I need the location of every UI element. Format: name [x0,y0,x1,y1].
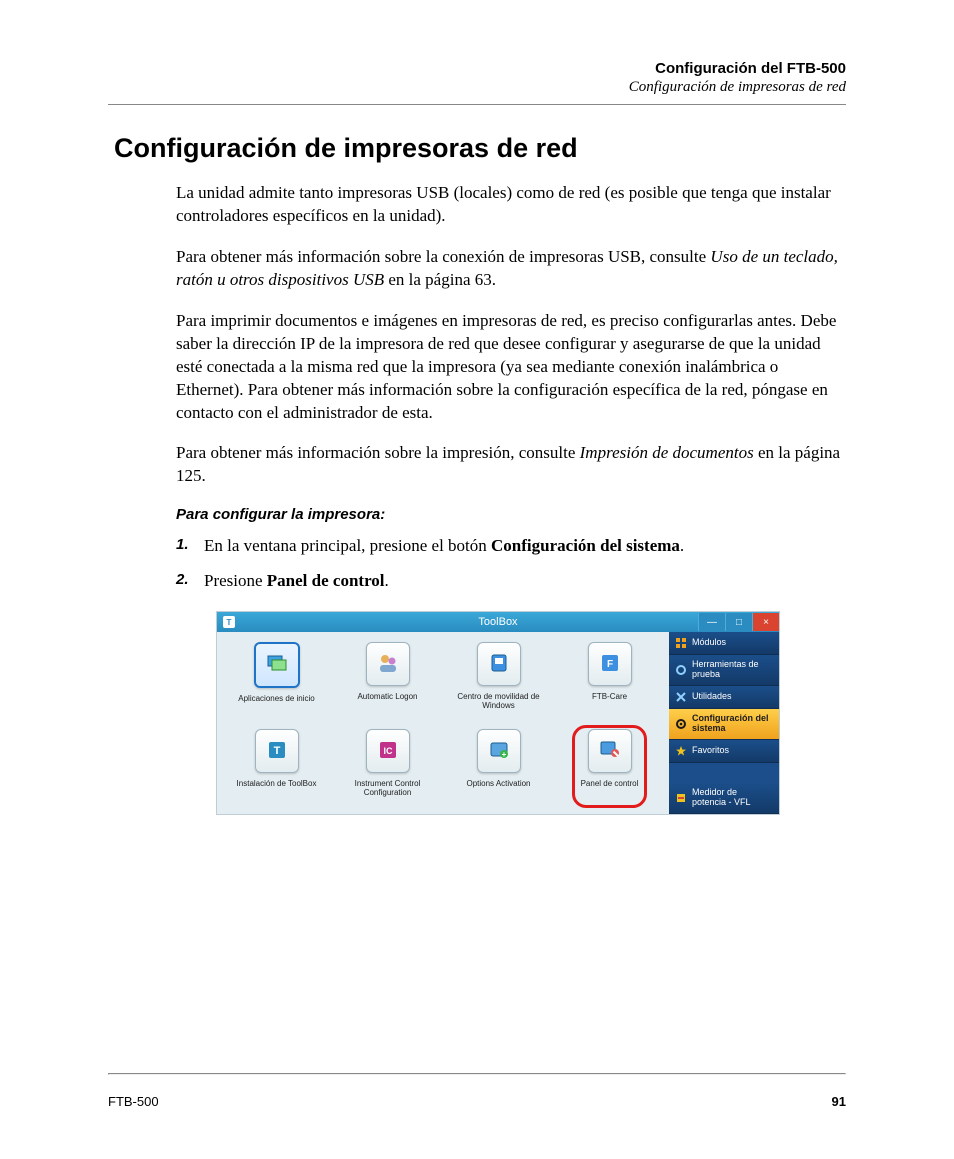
sidebar-item-medidor[interactable]: Medidor de potencia - VFL [669,783,779,814]
window-titlebar: T ToolBox — □ × [217,612,779,632]
svg-text:IC: IC [383,746,393,756]
app-aplicaciones-inicio[interactable]: Aplicaciones de inicio [221,636,332,722]
gear-icon [675,718,687,730]
page-number: 91 [832,1094,846,1109]
sidebar-item-herramientas[interactable]: Herramientas de prueba [669,655,779,686]
step-2: 2. Presione Panel de control. [108,570,846,593]
footer-model: FTB-500 [108,1094,159,1109]
users-icon [376,651,400,677]
options-activation-icon: + [487,738,511,764]
sidebar: Módulos Herramientas de prueba Utilidade… [669,632,779,813]
header-rule [108,104,846,105]
page-footer: FTB-500 91 [108,1094,846,1109]
sidebar-item-configuracion[interactable]: Configuración del sistema [669,709,779,740]
app-grid: Aplicaciones de inicio Automatic Logon C… [217,632,669,813]
page-title: Configuración de impresoras de red [114,133,846,164]
paragraph-3: Para imprimir documentos e imágenes en i… [108,310,846,425]
paragraph-4: Para obtener más información sobre la im… [108,442,846,488]
ftbcare-icon: F [598,651,622,677]
paragraph-2: Para obtener más información sobre la co… [108,246,846,292]
windows-stack-icon [265,652,289,678]
header-title: Configuración del FTB-500 [108,60,846,77]
paragraph-1: La unidad admite tanto impresoras USB (l… [108,182,846,228]
ic-icon: IC [376,738,400,764]
app-automatic-logon[interactable]: Automatic Logon [332,636,443,722]
sidebar-item-favoritos[interactable]: Favoritos [669,740,779,763]
window-title: ToolBox [217,616,779,628]
utilities-icon [675,691,687,703]
header-subtitle: Configuración de impresoras de red [108,79,846,96]
running-header: Configuración del FTB-500 Configuración … [108,60,846,96]
toolbox-install-icon: T [265,738,289,764]
control-panel-icon [598,738,622,764]
footer-rule [108,1073,846,1075]
sidebar-item-modulos[interactable]: Módulos [669,632,779,655]
svg-text:T: T [273,745,280,757]
app-options-activation[interactable]: + Options Activation [443,723,554,808]
toolbox-screenshot: T ToolBox — □ × Aplicaciones de inicio A… [216,611,780,814]
app-panel-de-control[interactable]: Panel de control [554,723,665,808]
app-ftb-care[interactable]: F FTB-Care [554,636,665,722]
procedure-heading: Para configurar la impresora: [108,506,846,523]
svg-text:F: F [606,659,612,670]
svg-text:+: + [501,750,506,759]
test-tools-icon [675,664,687,676]
power-meter-icon [675,792,687,804]
modules-icon [675,637,687,649]
star-icon [675,745,687,757]
app-centro-movilidad[interactable]: Centro de movilidad de Windows [443,636,554,722]
mobility-icon [487,651,511,677]
step-1: 1. En la ventana principal, presione el … [108,535,846,558]
app-instrument-control[interactable]: IC Instrument Control Configuration [332,723,443,808]
sidebar-item-utilidades[interactable]: Utilidades [669,686,779,709]
app-instalacion-toolbox[interactable]: T Instalación de ToolBox [221,723,332,808]
